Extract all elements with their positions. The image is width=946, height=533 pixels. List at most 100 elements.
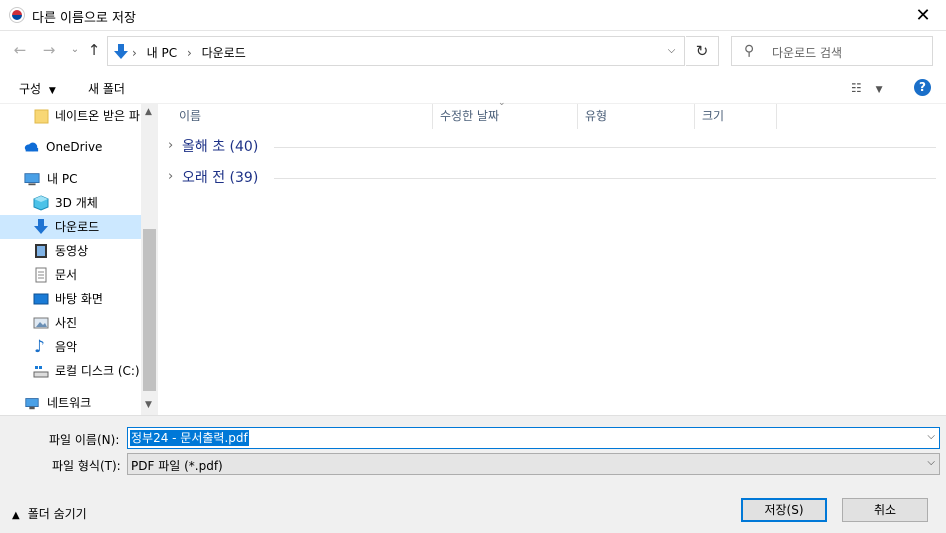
caret-up-icon: ▲	[12, 510, 20, 521]
search-icon: ⚲	[744, 43, 755, 59]
help-icon: ?	[919, 80, 926, 94]
chevron-down-icon: ▼	[48, 86, 56, 96]
column-header-name[interactable]: 이름	[172, 104, 433, 129]
command-toolbar: 구성 ▼ 새 폴더 ☷ ▼ ?	[0, 71, 946, 104]
title-bar: 다른 이름으로 저장 ✕	[0, 0, 946, 31]
scroll-up-icon[interactable]: ▲	[145, 107, 152, 117]
chevron-right-icon[interactable]: ›	[168, 138, 173, 153]
new-folder-button[interactable]: 새 폴더	[88, 80, 125, 97]
save-button[interactable]: 저장(S)	[741, 498, 827, 522]
sidebar-item-nateon-folder[interactable]: 네이트온 받은 파	[0, 104, 141, 128]
hide-folders-button[interactable]: ▲ 폴더 숨기기	[12, 505, 87, 522]
chevron-right-icon[interactable]: ›	[168, 169, 173, 184]
filetype-select[interactable]: PDF 파일 (*.pdf) ⌵	[127, 453, 940, 475]
app-icon	[9, 7, 25, 23]
group-header-this-year[interactable]: › 올해 초 (40)	[166, 136, 936, 158]
sidebar-item-network[interactable]: 네트워크	[0, 391, 141, 415]
folder-icon	[34, 109, 49, 124]
filename-value: 정부24 - 문서출력.pdf	[130, 430, 249, 446]
chevron-down-icon: ⌵	[667, 45, 676, 56]
arrow-up-icon: ↑	[87, 41, 101, 59]
computer-icon	[24, 173, 40, 186]
sidebar-item-desktop[interactable]: 바탕 화면	[0, 287, 141, 311]
sidebar-item-3d-objects[interactable]: 3D 개체	[0, 191, 141, 215]
sidebar-item-label: 3D 개체	[55, 196, 98, 210]
breadcrumb-item-downloads[interactable]: 다운로드	[202, 46, 246, 60]
sidebar-scrollbar[interactable]: ▲ ▼	[141, 104, 158, 415]
desktop-icon	[33, 293, 49, 305]
music-icon: ♪	[34, 337, 45, 357]
sidebar-item-onedrive[interactable]: OneDrive	[0, 135, 141, 159]
filename-input[interactable]: 정부24 - 문서출력.pdf ⌵	[127, 427, 940, 449]
details-view-icon: ☷	[851, 81, 862, 95]
up-button[interactable]: ↑	[85, 41, 103, 59]
download-icon	[34, 219, 48, 234]
group-label: 올해 초 (40)	[182, 139, 259, 155]
sort-chevron-icon: ⌄	[498, 98, 506, 108]
filename-label: 파일 이름(N):	[49, 433, 120, 447]
organize-button[interactable]: 구성 ▼	[19, 80, 56, 97]
recent-locations-button[interactable]: ⌄	[66, 41, 84, 59]
sidebar-item-local-disk[interactable]: 로컬 디스크 (C:)	[0, 359, 141, 383]
sidebar-item-label: 네트워크	[47, 396, 92, 410]
sidebar-item-label: 다운로드	[55, 220, 100, 234]
filetype-label: 파일 형식(T):	[52, 459, 121, 473]
picture-icon	[33, 317, 49, 329]
sidebar-item-documents[interactable]: 문서	[0, 263, 141, 287]
refresh-icon: ↻	[695, 42, 709, 60]
organize-label: 구성	[19, 82, 42, 96]
search-placeholder: 다운로드 검색	[772, 46, 843, 60]
scroll-down-icon[interactable]: ▼	[145, 400, 152, 410]
group-header-long-ago[interactable]: › 오래 전 (39)	[166, 167, 936, 189]
download-icon	[114, 44, 128, 59]
arrow-right-icon: →	[42, 41, 56, 59]
navigation-pane: 네이트온 받은 파 OneDrive 내 PC 3D 개체 다운로드 동영상 문…	[0, 104, 141, 415]
sidebar-item-music[interactable]: ♪ 음악	[0, 335, 141, 359]
sidebar-item-label: 네이트온 받은 파	[55, 109, 140, 123]
window-title: 다른 이름으로 저장	[32, 11, 136, 26]
sidebar-item-label: 음악	[55, 340, 78, 354]
address-bar[interactable]: › 내 PC › 다운로드	[107, 36, 685, 66]
column-header-type[interactable]: 유형	[578, 104, 695, 129]
group-label: 오래 전 (39)	[182, 170, 259, 186]
sidebar-item-label: 바탕 화면	[55, 292, 103, 306]
refresh-button[interactable]: ↻	[686, 36, 719, 66]
address-dropdown-button[interactable]: ⌵	[658, 36, 685, 66]
breadcrumb: › 내 PC › 다운로드	[132, 44, 252, 61]
help-button[interactable]: ?	[914, 79, 931, 96]
chevron-down-icon: ⌄	[70, 44, 80, 55]
forward-button[interactable]: →	[40, 41, 58, 59]
scrollbar-thumb[interactable]	[143, 229, 156, 391]
navigation-bar: ← → ⌄ ↑ › 내 PC › 다운로드 ⌵ ↻ ⚲ 다운로드 검색	[0, 31, 946, 71]
group-divider	[274, 147, 936, 148]
search-box[interactable]: ⚲ 다운로드 검색	[731, 36, 933, 66]
video-icon	[35, 244, 47, 258]
column-header-label: 수정한 날짜	[440, 109, 500, 123]
chevron-down-icon[interactable]: ⌵	[927, 431, 935, 442]
breadcrumb-separator[interactable]: ›	[187, 46, 192, 60]
group-divider	[274, 178, 936, 179]
sidebar-item-downloads[interactable]: 다운로드	[0, 215, 141, 239]
filetype-value: PDF 파일 (*.pdf)	[131, 459, 223, 473]
sidebar-item-videos[interactable]: 동영상	[0, 239, 141, 263]
cloud-icon	[24, 142, 39, 152]
close-button[interactable]: ✕	[900, 0, 946, 31]
cancel-button[interactable]: 취소	[842, 498, 928, 522]
column-header-size[interactable]: 크기	[695, 104, 777, 129]
save-options-panel: 파일 이름(N): 정부24 - 문서출력.pdf ⌵ 파일 형식(T): PD…	[0, 415, 946, 533]
sidebar-item-label: 문서	[55, 268, 78, 282]
view-options-button[interactable]: ☷ ▼	[851, 81, 883, 95]
sidebar-item-label: 동영상	[55, 244, 89, 258]
cube-icon	[33, 195, 49, 211]
sidebar-item-pictures[interactable]: 사진	[0, 311, 141, 335]
breadcrumb-separator[interactable]: ›	[132, 46, 137, 60]
document-icon	[35, 267, 47, 283]
chevron-down-icon: ▼	[875, 85, 883, 95]
sidebar-item-label: 내 PC	[47, 172, 78, 186]
sidebar-item-my-pc[interactable]: 내 PC	[0, 167, 141, 191]
back-button[interactable]: ←	[11, 41, 29, 59]
breadcrumb-item-my-pc[interactable]: 내 PC	[147, 46, 177, 60]
arrow-left-icon: ←	[13, 41, 27, 59]
chevron-down-icon: ⌵	[927, 457, 935, 468]
network-icon	[25, 398, 39, 410]
